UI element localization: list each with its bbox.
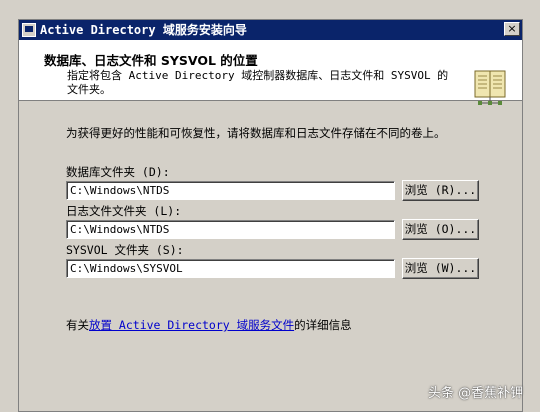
log-folder-label: 日志文件文件夹 (L): bbox=[66, 204, 182, 218]
app-icon bbox=[22, 23, 36, 37]
browse-sysvol-button[interactable]: 浏览 (W)... bbox=[402, 258, 479, 279]
log-folder-input[interactable]: C:\Windows\NTDS bbox=[66, 220, 395, 239]
wizard-window: Active Directory 域服务安装向导 × 数据库、日志文件和 SYS… bbox=[18, 19, 523, 412]
window-title: Active Directory 域服务安装向导 bbox=[40, 23, 247, 37]
wizard-header: 数据库、日志文件和 SYSVOL 的位置 指定将包含 Active Direct… bbox=[19, 40, 522, 105]
close-button[interactable]: × bbox=[504, 22, 520, 36]
browse-database-button[interactable]: 浏览 (R)... bbox=[402, 180, 479, 201]
page-description: 指定将包含 Active Directory 域控制器数据库、日志文件和 SYS… bbox=[67, 69, 449, 96]
intro-text: 为获得更好的性能和可恢复性，请将数据库和日志文件存储在不同的卷上。 bbox=[66, 126, 446, 140]
wizard-content: 为获得更好的性能和可恢复性，请将数据库和日志文件存储在不同的卷上。 数据库文件夹… bbox=[19, 101, 522, 411]
more-info-text: 有关放置 Active Directory 域服务文件的详细信息 bbox=[66, 318, 352, 332]
database-folder-label: 数据库文件夹 (D): bbox=[66, 165, 170, 179]
sysvol-folder-input[interactable]: C:\Windows\SYSVOL bbox=[66, 259, 395, 278]
page-title: 数据库、日志文件和 SYSVOL 的位置 bbox=[44, 53, 258, 68]
watermark-text: 头条 @香蕉补钾 bbox=[428, 386, 524, 401]
more-info-link[interactable]: 放置 Active Directory 域服务文件 bbox=[89, 318, 294, 332]
title-bar[interactable]: Active Directory 域服务安装向导 × bbox=[19, 20, 522, 40]
more-info-prefix: 有关 bbox=[66, 318, 89, 332]
more-info-suffix: 的详细信息 bbox=[294, 318, 352, 332]
database-folder-input[interactable]: C:\Windows\NTDS bbox=[66, 181, 395, 200]
sysvol-folder-label: SYSVOL 文件夹 (S): bbox=[66, 243, 184, 257]
browse-log-button[interactable]: 浏览 (O)... bbox=[402, 219, 479, 240]
